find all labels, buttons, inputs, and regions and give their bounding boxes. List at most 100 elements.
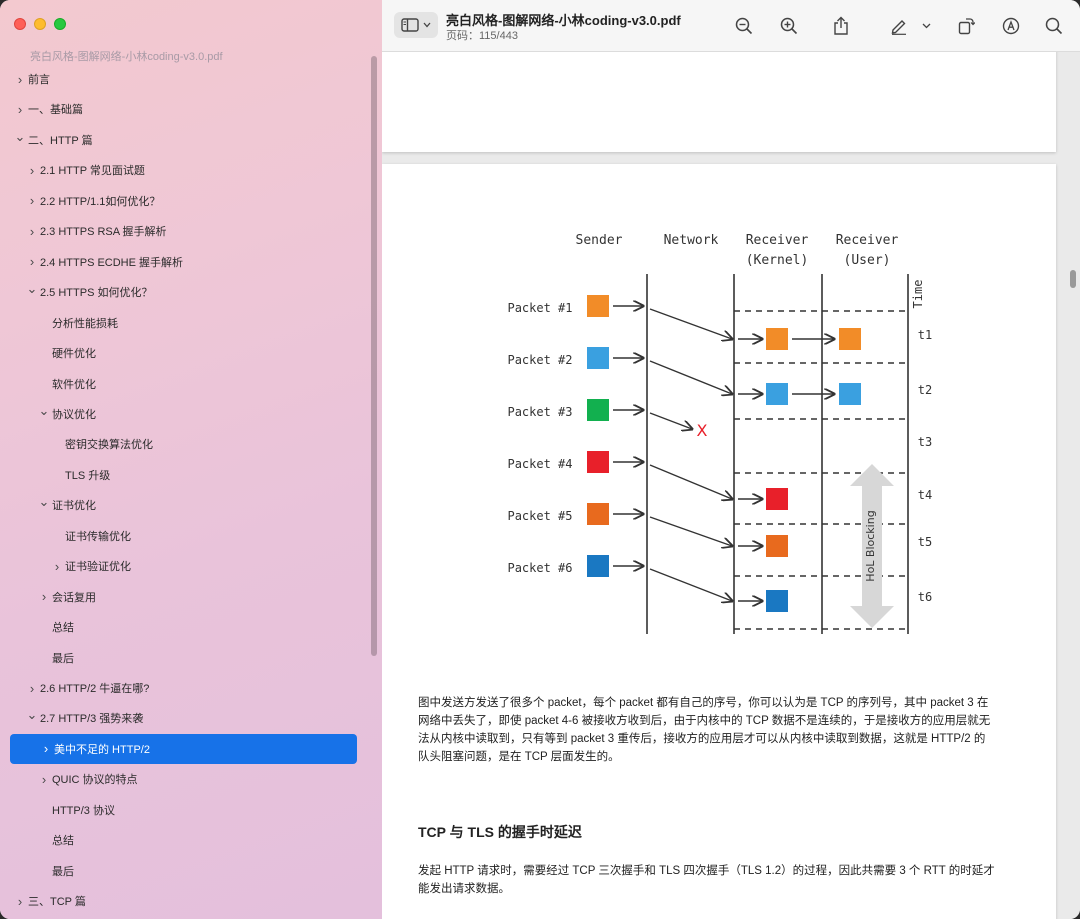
toc-item[interactable]: › 美中不足的 HTTP/2: [10, 733, 357, 764]
annotate-button[interactable]: [999, 14, 1023, 38]
fullscreen-button[interactable]: [54, 18, 66, 30]
chevron-right-icon[interactable]: ›: [26, 163, 38, 178]
packet-label: Packet #1: [507, 301, 572, 315]
toc-item[interactable]: 硬件优化: [38, 338, 96, 368]
toc-item[interactable]: 密钥交换算法优化: [51, 429, 153, 459]
toc-item[interactable]: › 2.3 HTTPS RSA 握手解析: [26, 216, 167, 246]
rotate-button[interactable]: [954, 14, 978, 38]
toc-item-label: 会话复用: [52, 591, 96, 604]
chevron-down-icon[interactable]: ⌄: [26, 281, 38, 297]
toc-item[interactable]: › 2.2 HTTP/1.1如何优化？: [26, 186, 161, 216]
chevron-right-icon[interactable]: ›: [14, 894, 26, 909]
chevron-down-icon[interactable]: ⌄: [14, 129, 26, 145]
chevron-right-icon[interactable]: ›: [38, 589, 50, 604]
toc-item[interactable]: › 证书验证优化: [51, 551, 131, 581]
toc-item[interactable]: › 一、基础篇: [14, 94, 83, 124]
minimize-button[interactable]: [34, 18, 46, 30]
toc-item[interactable]: 分析性能损耗: [38, 308, 118, 338]
text-line: 图中发送方发送了很多个 packet，每个 packet 都有自己的序号，你可以…: [418, 697, 989, 709]
sidebar-toggle-icon: [401, 18, 419, 32]
chevron-right-icon[interactable]: ›: [26, 193, 38, 208]
page-indicator: 页码：115/443: [446, 30, 518, 42]
toc-item-label: 最后: [52, 652, 74, 665]
sidebar-toggle-button[interactable]: [394, 12, 438, 38]
close-button[interactable]: [14, 18, 26, 30]
packet-box: [587, 451, 609, 473]
markup-menu-button[interactable]: [920, 14, 932, 38]
network-arrow: [649, 308, 732, 339]
toc-item[interactable]: › 三、TCP 篇: [14, 886, 86, 916]
zoom-out-icon: [735, 17, 753, 35]
paragraph-handshake: 发起 HTTP 请求时，需要经过 TCP 三次握手和 TLS 四次握手（TLS …: [418, 862, 1018, 898]
toc-item-label: 2.6 HTTP/2 牛逼在哪?: [40, 683, 150, 695]
toc-item[interactable]: › 会话复用: [38, 582, 96, 612]
chevron-right-icon[interactable]: ›: [26, 681, 38, 696]
packet-label: Packet #5: [507, 509, 572, 523]
toolbar: 亮白风格-图解网络-小林coding-v3.0.pdf 页码：115/443: [382, 0, 1080, 52]
toc-item-label: 一、基础篇: [28, 104, 83, 117]
markup-button[interactable]: [887, 14, 911, 38]
chevron-right-icon[interactable]: ›: [51, 559, 63, 574]
toc-item[interactable]: 证书传输优化: [51, 521, 131, 551]
document-scrollbar[interactable]: [1070, 270, 1076, 288]
kernel-packet-box: [766, 535, 788, 557]
toc-item[interactable]: ⌄ 协议优化: [38, 399, 96, 429]
text-line: 网络中丢失了，即使 packet 4-6 被接收方收到后，由于内核中的 TCP …: [418, 715, 991, 727]
toc-item[interactable]: › 前言: [14, 64, 50, 94]
toc-item-label: 密钥交换算法优化: [65, 439, 153, 452]
toc-item[interactable]: ⌄ 2.7 HTTP/3 强势来袭: [26, 703, 144, 733]
chevron-right-icon[interactable]: ›: [40, 741, 52, 756]
chevron-right-icon[interactable]: ›: [26, 254, 38, 269]
lost-packet-mark: X: [697, 421, 708, 440]
toc-item[interactable]: 最后: [38, 643, 74, 673]
toc-item[interactable]: 软件优化: [38, 369, 96, 399]
user-packet-box: [839, 383, 861, 405]
column-header-receiver-kernel: Receiver: [746, 233, 809, 248]
toc-item[interactable]: HTTP/3 协议: [38, 795, 115, 825]
sidebar-document-title: 亮白风格-图解网络-小林coding-v3.0.pdf: [30, 51, 223, 63]
kernel-packet-box: [766, 488, 788, 510]
toc-item[interactable]: › 2.1 HTTP 常见面试题: [26, 155, 145, 185]
toc-item-label: 2.2 HTTP/1.1如何优化？: [40, 195, 161, 208]
search-button[interactable]: [1042, 14, 1066, 38]
toc-item[interactable]: › QUIC 协议的特点: [38, 764, 138, 794]
zoom-in-button[interactable]: [777, 14, 801, 38]
packet-box: [587, 295, 609, 317]
toc-item-label: 硬件优化: [52, 348, 96, 361]
hol-blocking-label: HoL Blocking: [864, 510, 877, 581]
column-header-receiver-user-sub: (User): [844, 253, 891, 268]
packet-box: [587, 399, 609, 421]
toc-item[interactable]: ⌄ 2.5 HTTPS 如何优化？: [26, 277, 153, 307]
toc-item-label: 2.3 HTTPS RSA 握手解析: [40, 226, 167, 239]
kernel-packet-box: [766, 590, 788, 612]
column-header-receiver-user: Receiver: [836, 233, 899, 248]
packet-box: [587, 347, 609, 369]
chevron-right-icon[interactable]: ›: [14, 102, 26, 117]
window-controls: [14, 18, 66, 30]
chevron-down-icon[interactable]: ⌄: [38, 494, 50, 510]
toc-item[interactable]: ⌄ 二、HTTP 篇: [14, 125, 93, 155]
network-arrow: [649, 464, 732, 499]
chevron-right-icon[interactable]: ›: [14, 72, 26, 87]
toc-item[interactable]: 最后: [38, 856, 74, 886]
toc-item[interactable]: 总结: [38, 825, 74, 855]
zoom-out-button[interactable]: [732, 14, 756, 38]
chevron-down-icon[interactable]: ⌄: [26, 707, 38, 723]
toc-item[interactable]: 总结: [38, 612, 74, 642]
network-arrow: [649, 516, 732, 546]
toc-item[interactable]: › 2.4 HTTPS ECDHE 握手解析: [26, 247, 183, 277]
toc-item[interactable]: › 2.6 HTTP/2 牛逼在哪?: [26, 673, 150, 703]
toc-item-label: 美中不足的 HTTP/2: [54, 743, 150, 756]
packet-box: [587, 503, 609, 525]
toc-item[interactable]: TLS 升级: [51, 460, 110, 490]
toc-item[interactable]: ⌄ 证书优化: [38, 490, 96, 520]
tick-label: t5: [918, 535, 932, 549]
chevron-down-icon[interactable]: ⌄: [38, 403, 50, 419]
chevron-right-icon[interactable]: ›: [38, 772, 50, 787]
sidebar: 亮白风格-图解网络-小林coding-v3.0.pdf › 前言 › 一、基础篇 ⌄ 二、…: [0, 0, 382, 919]
share-button[interactable]: [829, 14, 853, 38]
document-viewer[interactable]: Sender Network Receiver (Kernel) Receiver (Us…: [382, 52, 1080, 919]
sidebar-scrollbar[interactable]: [371, 56, 377, 656]
chevron-right-icon[interactable]: ›: [26, 224, 38, 239]
kernel-packet-box: [766, 328, 788, 350]
